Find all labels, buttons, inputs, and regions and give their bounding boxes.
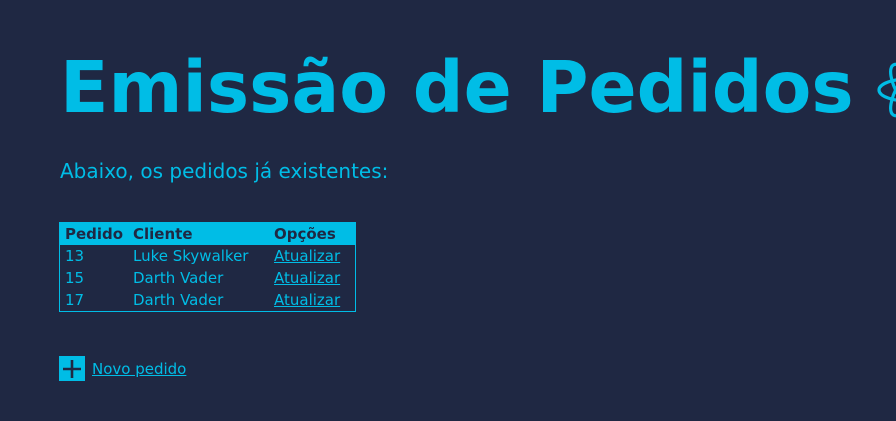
order-id: 17 [65, 291, 85, 309]
plus-icon[interactable] [59, 356, 85, 381]
column-header-opcoes: Opções [269, 222, 356, 245]
table-intro-text: Abaixo, os pedidos já existentes: [60, 159, 389, 183]
column-header-cliente: Cliente [128, 222, 269, 245]
new-order-link[interactable]: Novo pedido [92, 360, 186, 378]
table-row: 17 Darth Vader Atualizar [60, 289, 356, 312]
update-order-link[interactable]: Atualizar [274, 247, 340, 265]
new-order-button[interactable]: Novo pedido [59, 356, 186, 381]
order-client: Darth Vader [133, 291, 224, 309]
page-header: Emissão de Pedidos [60, 46, 896, 130]
table-header-row: Pedido Cliente Opções [59, 222, 356, 245]
react-atom-icon [876, 60, 896, 120]
update-order-link[interactable]: Atualizar [274, 291, 340, 309]
update-order-link[interactable]: Atualizar [274, 269, 340, 287]
order-client: Darth Vader [133, 269, 224, 287]
order-id: 15 [65, 269, 85, 287]
page-title: Emissão de Pedidos [60, 46, 854, 129]
table-row: 13 Luke Skywalker Atualizar [60, 245, 356, 267]
order-client: Luke Skywalker [133, 247, 249, 265]
order-id: 13 [65, 247, 85, 265]
orders-table: Pedido Cliente Opções 13 Luke Skywalker … [59, 222, 356, 312]
column-header-pedido: Pedido [59, 222, 128, 245]
table-row: 15 Darth Vader Atualizar [60, 267, 356, 289]
